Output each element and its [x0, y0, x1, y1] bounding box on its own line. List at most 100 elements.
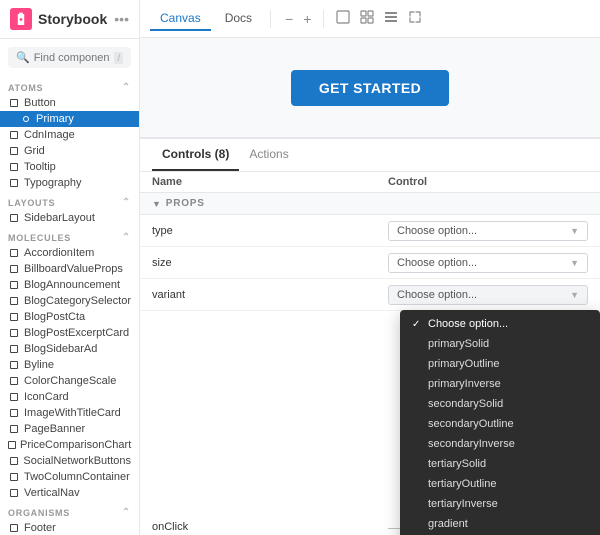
prop-size-control: Choose option... ▼	[388, 253, 588, 273]
sidebar-item-primary[interactable]: Primary	[0, 111, 139, 127]
dropdown-item-gradient[interactable]: gradient	[400, 514, 600, 534]
sidebar-item-cdnimage[interactable]: CdnImage	[0, 127, 139, 143]
sidebar-search-box[interactable]: 🔍 /	[8, 47, 131, 68]
mol-icon15	[8, 489, 20, 497]
mol-icon3	[8, 297, 20, 305]
sidebar-item-grid[interactable]: Grid	[0, 143, 139, 159]
zoom-in-icon[interactable]: +	[301, 9, 313, 29]
variant-dropdown: ✓Choose option... primarySolid primaryOu…	[400, 310, 600, 535]
tab-docs[interactable]: Docs	[215, 7, 262, 31]
controls-panel: Controls (8) Actions Name Control ▼ PROP…	[140, 138, 600, 535]
chevron-down-icon: ▼	[570, 226, 579, 236]
grid2-icon[interactable]	[358, 8, 376, 29]
sidebar-item-iconcard[interactable]: IconCard	[0, 389, 139, 405]
sidebar-item-pricecomparisonchart[interactable]: PriceComparisonChart	[0, 437, 139, 453]
tab-canvas[interactable]: Canvas	[150, 7, 211, 31]
size-select[interactable]: Choose option... ▼	[388, 253, 588, 273]
tab-controls[interactable]: Controls (8)	[152, 139, 239, 171]
sidebar-item-colorchangescale[interactable]: ColorChangeScale	[0, 373, 139, 389]
sidebar-item-blogpostexcerptcard[interactable]: BlogPostExcerptCard	[0, 325, 139, 341]
sidebar-item-imagewithtitlecard[interactable]: ImageWithTitleCard	[0, 405, 139, 421]
dropdown-item-tertiaryinverse[interactable]: tertiaryInverse	[400, 494, 600, 514]
mol-icon14	[8, 473, 20, 481]
prop-size-label: size	[152, 257, 388, 269]
sidebar-item-billboardvalueprops[interactable]: BillboardValueProps	[0, 261, 139, 277]
dropdown-item-secondaryinverse[interactable]: secondaryInverse	[400, 434, 600, 454]
group-icon3	[8, 147, 20, 155]
sidebar-item-blogpostcta[interactable]: BlogPostCta	[0, 309, 139, 325]
controls-row-variant: variant Choose option... ▼ ✓Choose optio…	[140, 279, 600, 311]
controls-tabs: Controls (8) Actions	[140, 139, 600, 172]
sidebar-item-blogcategoryselector[interactable]: BlogCategorySelector	[0, 293, 139, 309]
mol-icon9	[8, 393, 20, 401]
props-chevron[interactable]: ▼	[152, 199, 162, 209]
molecules-chevron[interactable]: ⌃	[122, 232, 131, 243]
controls-header-row: Name Control	[140, 172, 600, 193]
sidebar-item-button[interactable]: Button	[0, 95, 139, 111]
sidebar-item-twocolumncontainer[interactable]: TwoColumnContainer	[0, 469, 139, 485]
sidebar-item-footer[interactable]: Footer	[0, 520, 139, 535]
mol-icon5	[8, 329, 20, 337]
sidebar-section-organisms: ORGANISMS ⌃	[0, 501, 139, 520]
get-started-button[interactable]: GET STARTED	[291, 70, 449, 106]
mol-icon7	[8, 361, 20, 369]
dropdown-item-secondarysolid[interactable]: secondarySolid	[400, 394, 600, 414]
sidebar-item-blogannouncement[interactable]: BlogAnnouncement	[0, 277, 139, 293]
group-icon6	[8, 214, 20, 222]
search-icon: 🔍	[16, 51, 30, 64]
search-input[interactable]	[34, 52, 111, 64]
prop-type-label: type	[152, 225, 388, 237]
mol-icon13	[8, 457, 19, 465]
dropdown-item-tertiaryoutline[interactable]: tertiaryOutline	[400, 474, 600, 494]
canvas-area: GET STARTED Controls (8) Actions Name Co…	[140, 38, 600, 535]
mol-icon4	[8, 313, 20, 321]
prop-variant-label: variant	[152, 289, 388, 301]
controls-col-control: Control	[388, 176, 588, 188]
sidebar-item-sidebarlayout[interactable]: SidebarLayout	[0, 210, 139, 226]
controls-col-name: Name	[152, 176, 388, 188]
mol-icon11	[8, 425, 20, 433]
mol-icon1	[8, 265, 20, 273]
group-icon4	[8, 163, 20, 171]
sidebar-title: Storybook	[38, 11, 107, 27]
sidebar-item-pagebanner[interactable]: PageBanner	[0, 421, 139, 437]
sidebar-item-verticalnav[interactable]: VerticalNav	[0, 485, 139, 501]
expand-icon[interactable]	[406, 8, 424, 29]
sidebar-item-blogsidebarad[interactable]: BlogSidebarAd	[0, 341, 139, 357]
sidebar-item-socialnetworkbuttons[interactable]: SocialNetworkButtons	[0, 453, 139, 469]
controls-table: Name Control ▼ PROPS type Choose option.…	[140, 172, 600, 535]
variant-select[interactable]: Choose option... ▼	[388, 285, 588, 305]
search-shortcut: /	[114, 52, 123, 64]
toolbar-divider	[270, 10, 271, 28]
sidebar-item-typography[interactable]: Typography	[0, 175, 139, 191]
sidebar-item-byline[interactable]: Byline	[0, 357, 139, 373]
sidebar-item-tooltip[interactable]: Tooltip	[0, 159, 139, 175]
check-icon: ✓	[412, 319, 422, 330]
dropdown-item-primaryinverse[interactable]: primaryInverse	[400, 374, 600, 394]
sidebar-menu-icon[interactable]: •••	[114, 11, 129, 27]
zoom-out-icon[interactable]: −	[283, 9, 295, 29]
list-icon[interactable]	[382, 8, 400, 29]
dropdown-item-primarysolid[interactable]: primarySolid	[400, 334, 600, 354]
mol-icon0	[8, 249, 20, 257]
storybook-logo	[10, 8, 32, 30]
sidebar-item-accordionitem[interactable]: AccordionItem	[0, 245, 139, 261]
mol-icon10	[8, 409, 20, 417]
type-select[interactable]: Choose option... ▼	[388, 221, 588, 241]
dropdown-item-tertiarysolid[interactable]: tertiarySolid	[400, 454, 600, 474]
controls-row-type: type Choose option... ▼	[140, 215, 600, 247]
prop-variant-control: Choose option... ▼ ✓Choose option... pri…	[388, 285, 588, 305]
frame-icon[interactable]	[334, 8, 352, 29]
group-icon2	[8, 131, 20, 139]
organisms-chevron[interactable]: ⌃	[122, 507, 131, 518]
sidebar-content: ATOMS ⌃ Button Primary CdnImage Grid Too…	[0, 76, 139, 535]
tab-actions[interactable]: Actions	[239, 139, 298, 171]
layouts-chevron[interactable]: ⌃	[122, 197, 131, 208]
dropdown-item-secondaryoutline[interactable]: secondaryOutline	[400, 414, 600, 434]
org-icon0	[8, 524, 20, 532]
main-area: Canvas Docs − + GET STARTED	[140, 0, 600, 535]
atoms-chevron[interactable]: ⌃	[122, 82, 131, 93]
sidebar-section-layouts: LAYOUTS ⌃	[0, 191, 139, 210]
dropdown-item-choose[interactable]: ✓Choose option...	[400, 314, 600, 334]
dropdown-item-primaryoutline[interactable]: primaryOutline	[400, 354, 600, 374]
